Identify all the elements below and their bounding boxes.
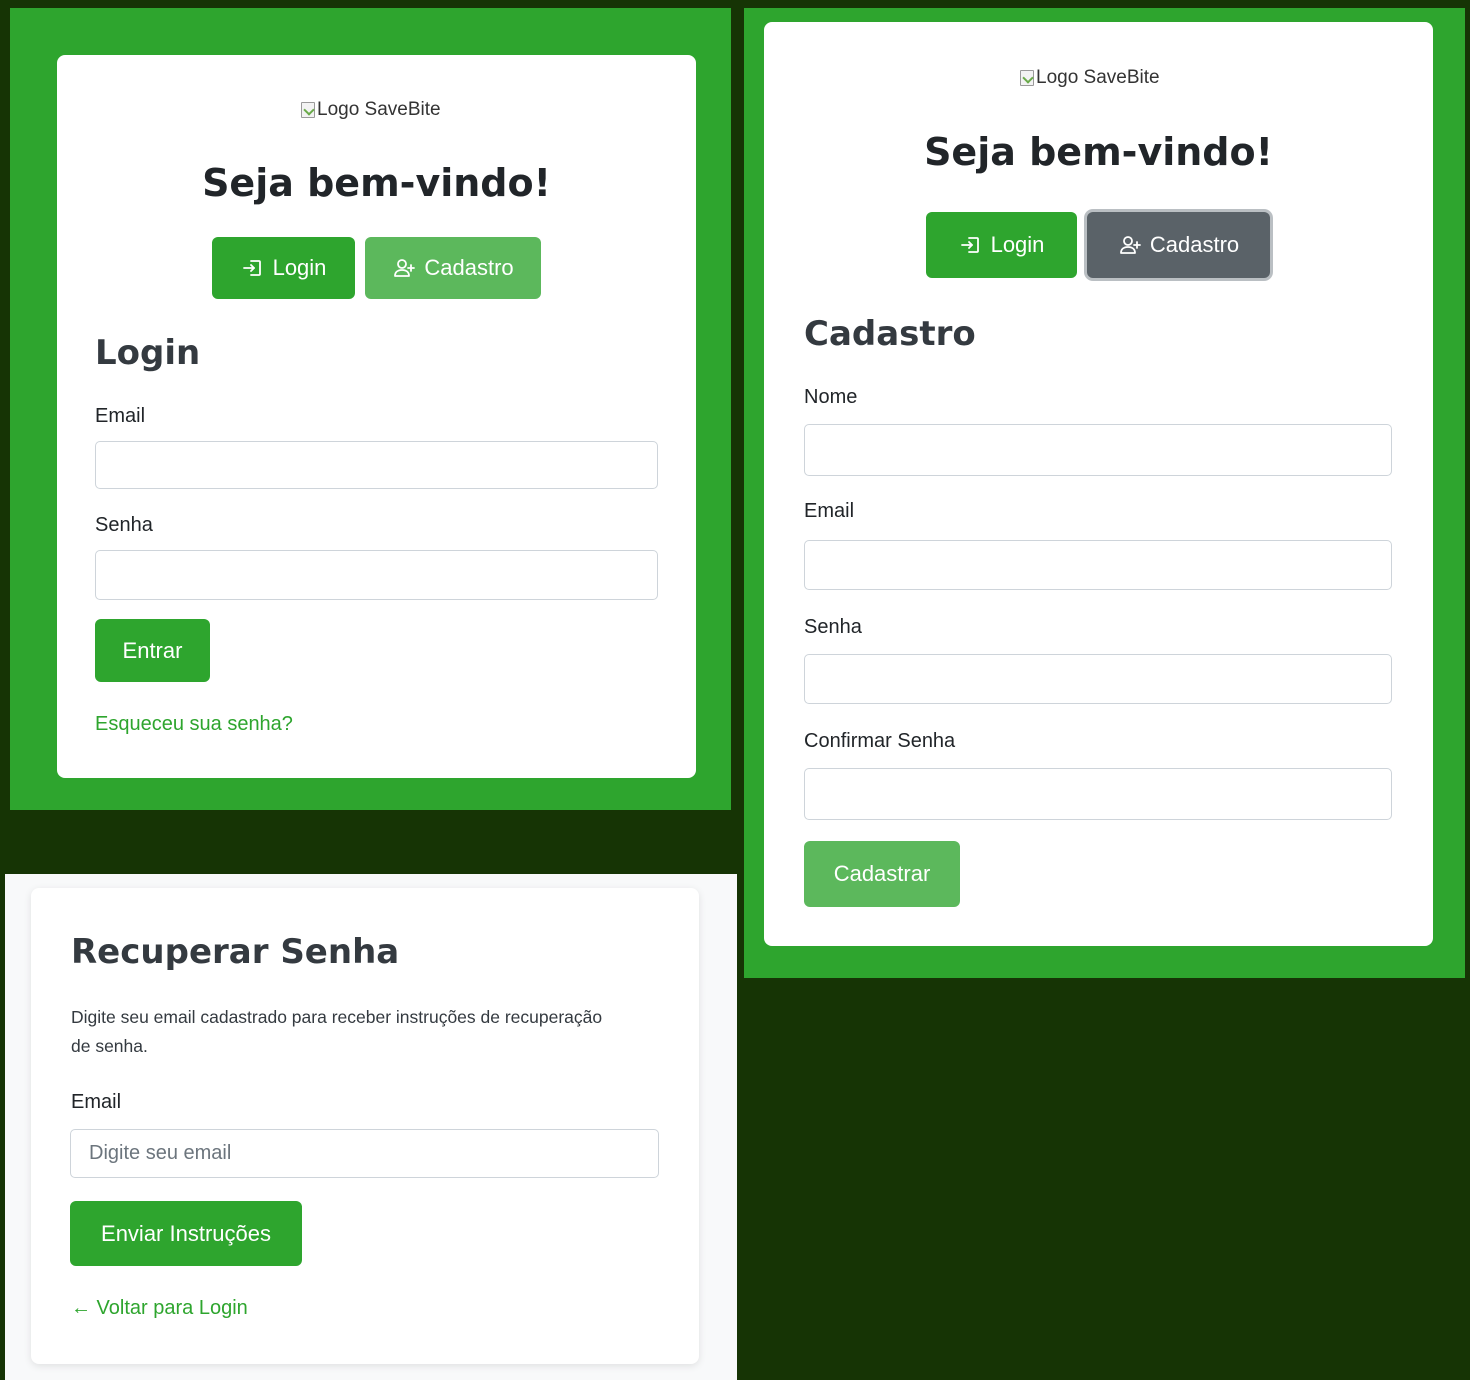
email-label: Email xyxy=(95,405,146,427)
tab-cadastro[interactable]: Cadastro xyxy=(365,237,541,299)
email-label: Email xyxy=(804,500,855,522)
recover-title: Recuperar Senha xyxy=(71,932,400,972)
welcome-heading: Seja bem-vindo! xyxy=(924,130,1273,174)
recover-description: Digite seu email cadastrado para receber… xyxy=(71,1003,671,1061)
login-card: Logo SaveBite Seja bem-vindo! Login Cada… xyxy=(57,55,696,778)
confirm-password-label: Confirmar Senha xyxy=(804,730,956,752)
logo-alt-text: Logo SaveBite xyxy=(1036,67,1160,88)
tab-cadastro-label: Cadastro xyxy=(1149,232,1240,257)
email-label: Email xyxy=(71,1091,122,1113)
welcome-heading: Seja bem-vindo! xyxy=(202,161,551,205)
logo-image: Logo SaveBite xyxy=(301,99,441,121)
forgot-password-link[interactable]: Esqueceu sua senha? xyxy=(95,713,293,736)
tab-cadastro-label: Cadastro xyxy=(424,255,514,280)
logo-alt-text: Logo SaveBite xyxy=(317,99,441,120)
tab-login-label: Login xyxy=(272,255,327,280)
recover-description-line1: Digite seu email cadastrado para receber… xyxy=(71,1007,603,1027)
recover-email-field[interactable]: Digite seu email xyxy=(70,1129,659,1178)
password-label: Senha xyxy=(95,514,153,536)
add-user-icon xyxy=(392,256,416,280)
email-field[interactable] xyxy=(95,441,658,489)
name-field[interactable] xyxy=(804,424,1392,476)
login-submit-button[interactable]: Entrar xyxy=(95,619,210,682)
broken-image-icon xyxy=(301,102,315,118)
broken-image-icon xyxy=(1020,70,1034,86)
login-icon xyxy=(241,256,265,280)
tab-cadastro[interactable]: Cadastro xyxy=(1087,212,1270,278)
register-form-title: Cadastro xyxy=(804,314,976,354)
name-label: Nome xyxy=(804,386,858,408)
tab-login[interactable]: Login xyxy=(212,237,355,299)
tab-login-label: Login xyxy=(990,232,1045,257)
login-form-title: Login xyxy=(95,333,201,373)
register-card: Logo SaveBite Seja bem-vindo! Login Cada… xyxy=(764,22,1433,946)
password-field[interactable] xyxy=(95,550,658,600)
recover-card: Recuperar Senha Digite seu email cadastr… xyxy=(31,888,699,1364)
logo-image: Logo SaveBite xyxy=(1020,67,1160,89)
recover-description-line2: de senha. xyxy=(71,1036,148,1056)
password-field[interactable] xyxy=(804,654,1392,704)
send-instructions-button[interactable]: Enviar Instruções xyxy=(70,1201,302,1266)
register-submit-button[interactable]: Cadastrar xyxy=(804,841,960,907)
email-field[interactable] xyxy=(804,540,1392,590)
confirm-password-field[interactable] xyxy=(804,768,1392,820)
add-user-icon xyxy=(1118,233,1142,257)
login-icon xyxy=(959,233,983,257)
password-label: Senha xyxy=(804,616,862,638)
tab-login[interactable]: Login xyxy=(926,212,1077,278)
back-to-login-link[interactable]: ← Voltar para Login xyxy=(71,1297,248,1320)
email-placeholder: Digite seu email xyxy=(89,1142,232,1164)
